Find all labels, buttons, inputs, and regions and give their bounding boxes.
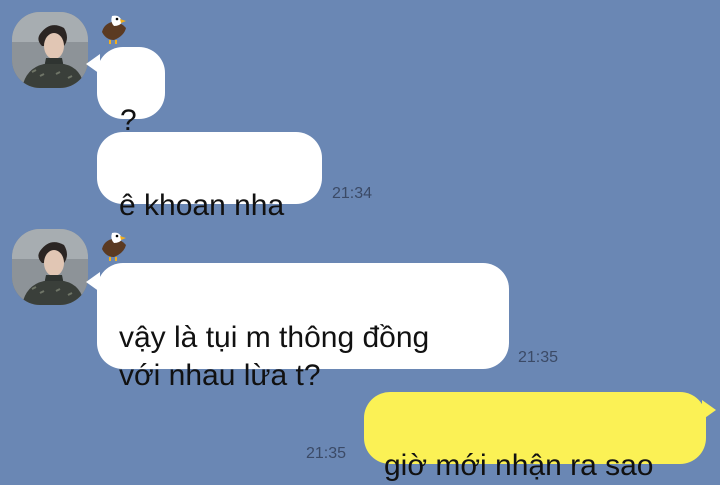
contact-avatar[interactable] [12,229,88,305]
message-timestamp: 21:34 [332,185,373,202]
outgoing-message-bubble[interactable]: giờ mới nhận ra sao [364,392,706,482]
message-text: ê khoan nha [119,189,285,222]
message-text: giờ mới nhận ra sao [384,449,654,482]
user-photo-icon [12,229,88,305]
incoming-message-bubble[interactable]: ? [97,47,165,137]
eagle-emoji-icon [102,232,126,261]
contact-avatar[interactable] [12,12,88,88]
outgoing-bubble-tail [702,400,716,420]
message-timestamp: 21:35 [518,349,559,366]
incoming-message-bubble[interactable]: vậy là tụi m thông đồng với nhau lừa t? [97,263,509,392]
user-photo-icon [12,12,88,88]
eagle-emoji-icon [102,15,126,44]
incoming-message-bubble[interactable]: ê khoan nha [97,132,322,222]
message-timestamp: 21:35 [306,445,347,462]
message-text: vậy là tụi m thông đồng với nhau lừa t? [119,321,430,392]
